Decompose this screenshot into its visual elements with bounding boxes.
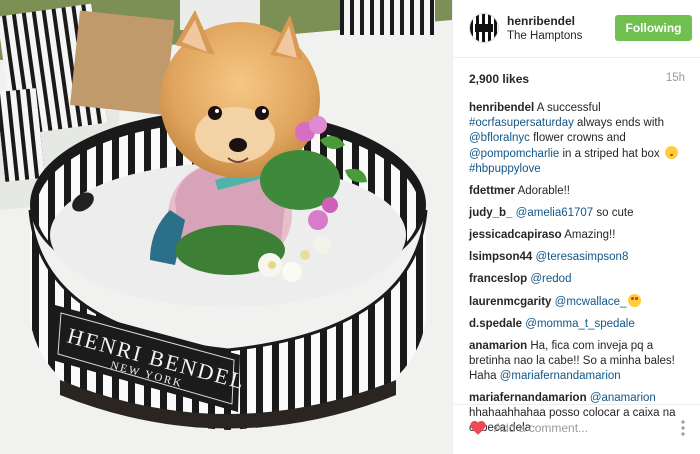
comment-username[interactable]: d.spedale <box>469 318 522 330</box>
comment-item: judy_b_ @amelia61707 so cute <box>469 207 634 219</box>
heart-icon[interactable] <box>469 419 487 437</box>
caption: henribendel A successful #ocrfasupersatu… <box>469 101 683 177</box>
dog-eye-right <box>255 106 269 120</box>
post-timestamp[interactable]: 15h <box>666 72 685 84</box>
comment-username[interactable]: anamarion <box>469 340 527 352</box>
likes-count[interactable]: 2,900 likes <box>469 72 529 86</box>
mention-link[interactable]: @pompomcharlie <box>469 148 559 160</box>
mention-link[interactable]: @teresasimpson8 <box>535 251 628 263</box>
comment-username[interactable]: mariafernandamarion <box>469 392 587 404</box>
dog-eye-left <box>208 106 222 120</box>
post-photo[interactable]: HENRI BENDEL NEW YORK <box>0 0 452 454</box>
comment-username[interactable]: fdettmer <box>469 185 515 197</box>
mention-link[interactable]: @redod <box>530 273 571 285</box>
more-options-icon[interactable] <box>675 419 691 437</box>
comment-item: d.spedale @momma_t_spedale <box>469 317 683 332</box>
dog-nose <box>229 138 247 152</box>
mention-link[interactable]: @mcwallace_ <box>555 296 627 308</box>
comment-item: laurenmcgarity @mcwallace_ <box>469 294 683 310</box>
comment-item: anamarion Ha, fica com inveja pq a breti… <box>469 340 675 382</box>
mention-link[interactable]: @momma_t_spedale <box>525 318 634 330</box>
comment-username[interactable]: judy_b_ <box>469 207 512 219</box>
following-button[interactable]: Following <box>615 15 692 41</box>
add-comment-input[interactable] <box>494 418 664 438</box>
comment-username[interactable]: jessicadcapiraso <box>469 229 562 241</box>
comment-item: franceslop @redod <box>469 272 683 287</box>
striped-bag-right <box>340 0 435 35</box>
comment-item: fdettmer Adorable!! <box>469 185 570 197</box>
post-header: henribendel The Hamptons Following <box>453 0 700 58</box>
henri-bendel-logo[interactable] <box>469 13 499 43</box>
comment-item: lsimpson44 @teresasimpson8 <box>469 250 683 265</box>
post-location[interactable]: The Hamptons <box>507 30 582 42</box>
likes-row: 2,900 likes 15h <box>469 72 685 88</box>
comment-item: jessicadcapiraso Amazing!! <box>469 229 616 241</box>
photo-scene: HENRI BENDEL NEW YORK <box>0 0 452 454</box>
post-sidebar: henribendel The Hamptons Following 2,900… <box>452 0 700 454</box>
mention-link[interactable]: @mariafernandamarion <box>500 370 621 382</box>
caption-username[interactable]: henribendel <box>469 102 534 114</box>
mention-link[interactable]: @bfloralnyc <box>469 132 530 144</box>
hashtag-link[interactable]: #hbpuppylove <box>469 163 541 175</box>
comment-username[interactable]: franceslop <box>469 273 527 285</box>
kiss-emoji-icon <box>664 146 678 159</box>
mention-link[interactable]: @amelia61707 <box>516 207 594 219</box>
comment-username[interactable]: laurenmcgarity <box>469 296 551 308</box>
mention-link[interactable]: @anamarion <box>590 392 656 404</box>
kraft-paper-bag <box>70 10 175 115</box>
post-username[interactable]: henribendel <box>507 14 575 28</box>
hashtag-link[interactable]: #ocrfasupersaturday <box>469 117 574 129</box>
add-comment-row <box>453 404 700 454</box>
heart-eyes-emoji-icon <box>628 294 642 307</box>
comment-username[interactable]: lsimpson44 <box>469 251 532 263</box>
comments-list: henribendel A successful #ocrfasupersatu… <box>469 101 683 443</box>
